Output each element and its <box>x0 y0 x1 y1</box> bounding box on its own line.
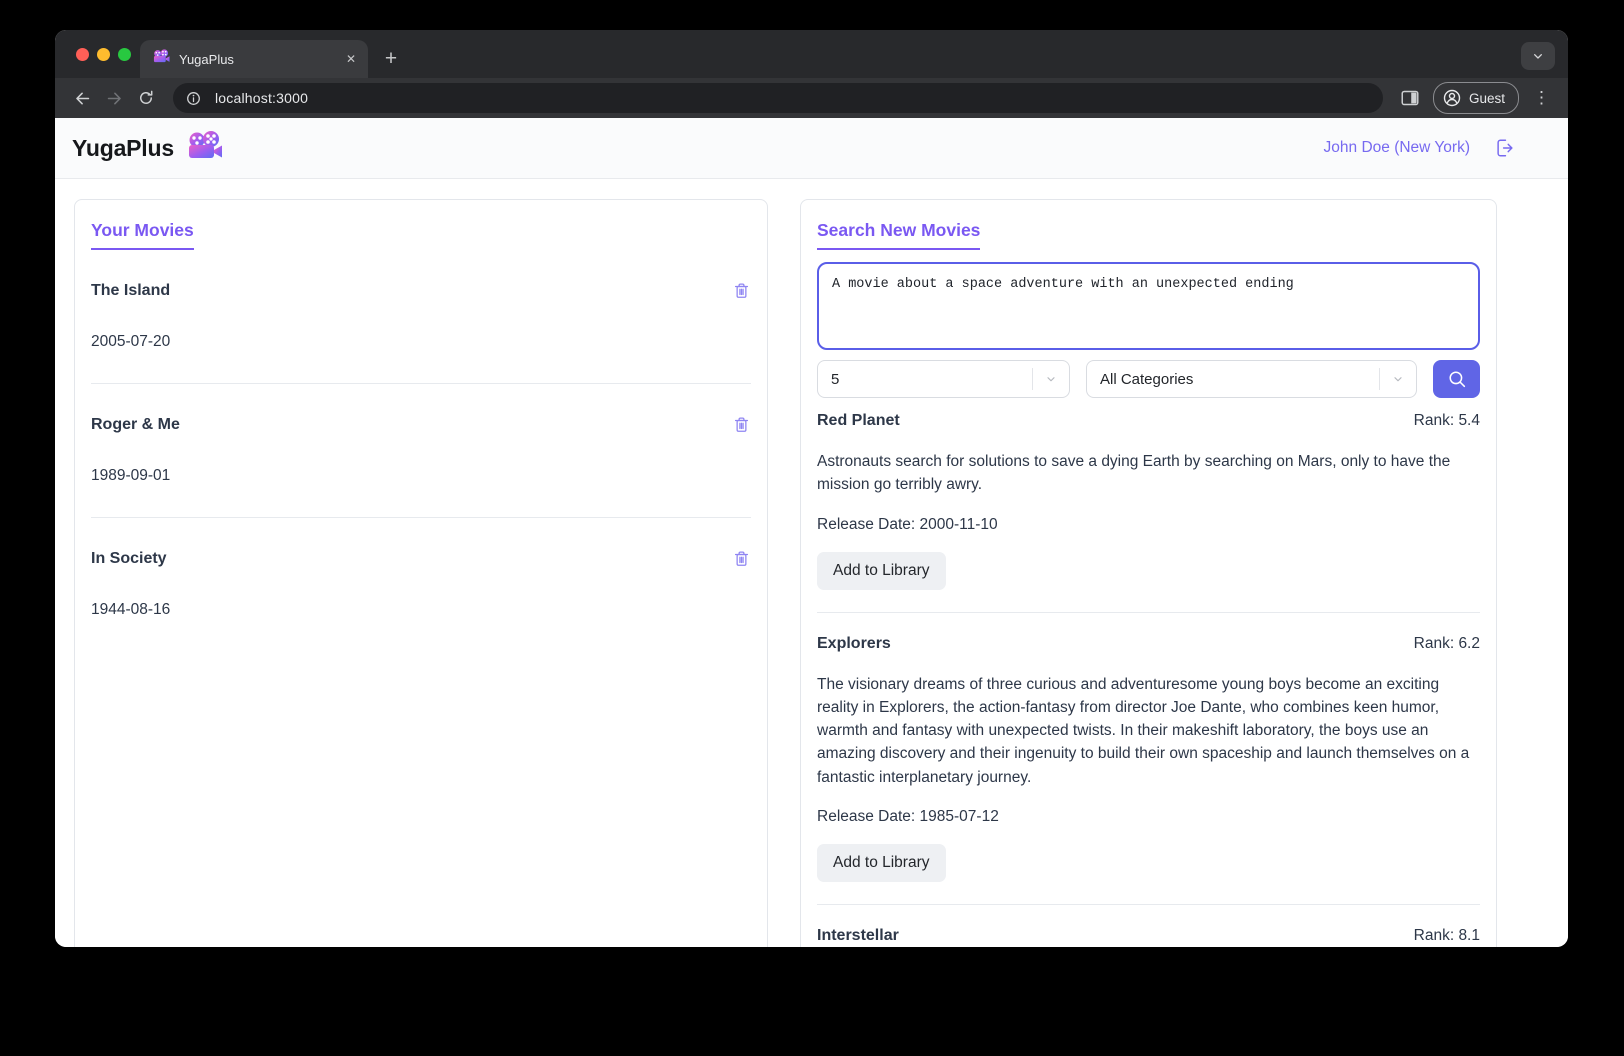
window-controls <box>76 30 131 78</box>
search-result: Explorers Rank: 6.2 The visionary dreams… <box>817 635 1480 882</box>
your-movies-title: Your Movies <box>91 220 751 250</box>
tab-title: YugaPlus <box>179 51 234 67</box>
your-movies-panel: Your Movies The Island 2005-07-20 Roger … <box>74 199 768 947</box>
result-rank: Rank: 6.2 <box>1413 634 1480 652</box>
results-limit-value: 5 <box>831 370 840 388</box>
result-release-date: Release Date: 2000-11-10 <box>817 515 998 533</box>
back-button[interactable] <box>67 83 97 113</box>
trash-icon <box>734 283 749 298</box>
side-panel-icon <box>1401 90 1419 106</box>
forward-button[interactable] <box>99 83 129 113</box>
tab-close-icon[interactable]: ✕ <box>344 51 358 67</box>
chevron-down-icon <box>1033 373 1069 385</box>
search-title: Search New Movies <box>817 220 1480 250</box>
info-icon[interactable] <box>182 87 204 109</box>
app-header: YugaPlus John Doe (New York) <box>55 118 1568 179</box>
browser-menu-button[interactable]: ⋮ <box>1527 88 1556 108</box>
add-to-library-button[interactable]: Add to Library <box>817 551 946 590</box>
logout-icon <box>1497 139 1513 157</box>
movie-title: In Society <box>91 549 167 567</box>
movie-title: The Island <box>91 281 171 299</box>
movie-release-date: 1989-09-01 <box>91 467 171 484</box>
yugaplus-app: YugaPlus John Doe (New York) Your Movies… <box>55 118 1568 947</box>
tab-favicon-icon <box>153 49 170 69</box>
trash-icon <box>734 417 749 432</box>
movie-release-date: 1944-08-16 <box>91 601 171 618</box>
side-panel-button[interactable] <box>1395 83 1425 113</box>
result-title: Red Planet <box>817 412 900 429</box>
guest-avatar-icon <box>1443 89 1461 107</box>
user-area: John Doe (New York) <box>1324 137 1516 159</box>
movie-camera-logo-icon <box>187 130 223 167</box>
address-bar[interactable]: localhost:3000 <box>173 83 1383 113</box>
reload-button[interactable] <box>131 83 161 113</box>
delete-movie-button[interactable] <box>732 280 751 301</box>
profile-button[interactable]: Guest <box>1432 82 1519 114</box>
category-select[interactable]: All Categories <box>1086 360 1417 398</box>
chevron-down-icon <box>1380 373 1416 385</box>
profile-label: Guest <box>1468 90 1505 106</box>
search-result: Red Planet Rank: 5.4 Astronauts search f… <box>817 412 1480 590</box>
search-icon <box>1448 371 1465 388</box>
new-tab-button[interactable]: + <box>376 44 406 74</box>
user-link[interactable]: John Doe (New York) <box>1324 139 1470 157</box>
library-movie: The Island 2005-07-20 <box>91 280 751 351</box>
logout-button[interactable] <box>1494 137 1516 159</box>
result-rank: Rank: 5.4 <box>1413 412 1480 429</box>
divider <box>817 903 1480 905</box>
result-release-date: Release Date: 1985-07-12 <box>817 807 999 825</box>
search-result: Interstellar Rank: 8.1 <box>817 927 1480 945</box>
brand: YugaPlus <box>72 130 223 167</box>
divider <box>91 383 751 384</box>
close-window-button[interactable] <box>76 47 89 61</box>
divider <box>817 611 1480 613</box>
reload-icon <box>140 90 153 104</box>
search-controls: 5 All Categories <box>817 360 1480 398</box>
delete-movie-button[interactable] <box>732 414 751 435</box>
tab-strip: YugaPlus ✕ + <box>55 30 1568 78</box>
movie-release-date: 2005-07-20 <box>91 333 171 350</box>
delete-movie-button[interactable] <box>732 548 751 569</box>
result-rank: Rank: 8.1 <box>1413 926 1480 944</box>
search-query-input[interactable]: A movie about a space adventure with an … <box>817 262 1480 350</box>
chevron-down-icon <box>1534 54 1542 59</box>
results-limit-select[interactable]: 5 <box>817 360 1070 398</box>
screenshot-stage: YugaPlus ✕ + localhost:3000 Guest ⋮ Yuga… <box>0 0 1624 1056</box>
fullscreen-window-button[interactable] <box>118 47 131 61</box>
minimize-window-button[interactable] <box>97 47 110 61</box>
add-to-library-button[interactable]: Add to Library <box>817 843 946 882</box>
url-text: localhost:3000 <box>215 90 309 106</box>
category-value: All Categories <box>1100 370 1194 388</box>
movie-title: Roger & Me <box>91 415 180 433</box>
result-title: Explorers <box>817 634 891 652</box>
result-description: Astronauts search for solutions to save … <box>817 453 1451 494</box>
main-content: Your Movies The Island 2005-07-20 Roger … <box>55 179 1568 947</box>
tab-search-button[interactable] <box>1521 42 1555 70</box>
back-icon <box>75 92 89 104</box>
app-title: YugaPlus <box>72 134 174 161</box>
library-movie: In Society 1944-08-16 <box>91 548 751 619</box>
search-panel: Search New Movies A movie about a space … <box>800 199 1497 947</box>
result-description: The visionary dreams of three curious an… <box>817 675 1470 786</box>
divider <box>91 517 751 518</box>
forward-icon <box>107 92 121 104</box>
browser-toolbar: localhost:3000 Guest ⋮ <box>55 78 1568 118</box>
browser-tab[interactable]: YugaPlus ✕ <box>140 40 368 78</box>
library-movie: Roger & Me 1989-09-01 <box>91 414 751 485</box>
trash-icon <box>734 551 749 566</box>
search-button[interactable] <box>1433 360 1480 398</box>
result-title: Interstellar <box>817 926 899 944</box>
browser-window: YugaPlus ✕ + localhost:3000 Guest ⋮ Yuga… <box>55 30 1568 947</box>
